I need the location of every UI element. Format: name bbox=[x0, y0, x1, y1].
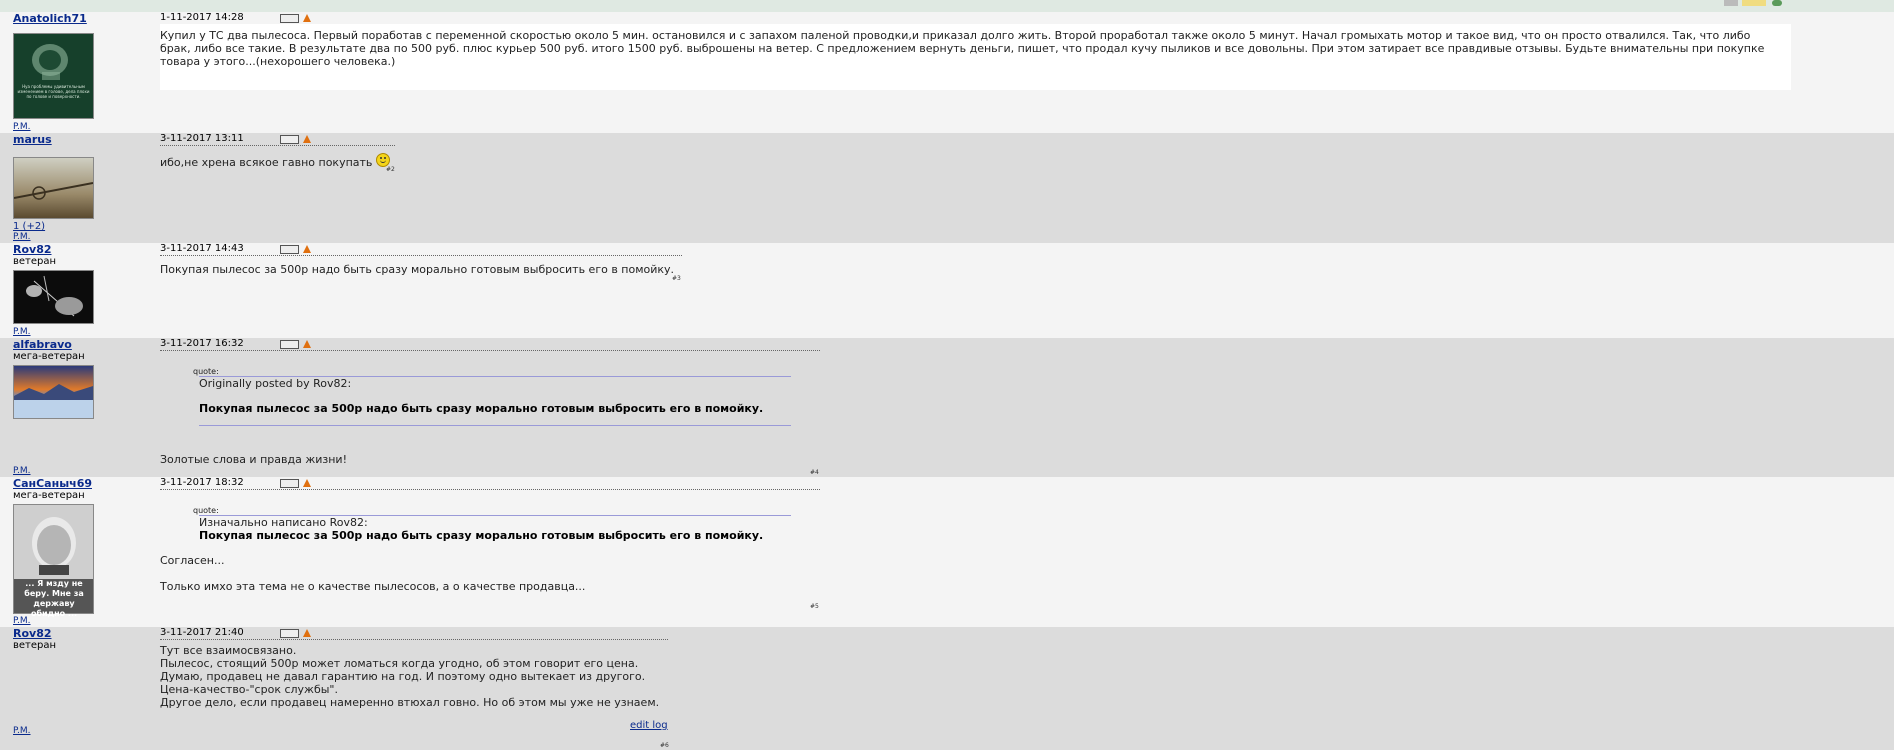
quote-block: quote: Изначально написано Rov82: Покупа… bbox=[193, 506, 793, 542]
post-date: 3-11-2017 18:32 bbox=[160, 477, 244, 488]
message-line: Думаю, продавец не давал гарантию на год… bbox=[160, 670, 646, 683]
message-line: Тут все взаимосвязано. bbox=[160, 644, 297, 657]
profile-icon[interactable] bbox=[280, 629, 299, 638]
user-rank: ветеран bbox=[13, 256, 57, 267]
profile-icon[interactable] bbox=[280, 135, 299, 144]
message-line: Другое дело, если продавец намеренно втю… bbox=[160, 696, 660, 709]
avatar bbox=[13, 157, 94, 219]
post: Anatolich71 Нуа проблемы удивительным из… bbox=[0, 12, 1894, 133]
pm-link[interactable]: P.M. bbox=[13, 466, 31, 476]
karma-link[interactable]: 1 (+2) bbox=[13, 221, 45, 232]
post-date: 3-11-2017 13:11 bbox=[160, 133, 244, 144]
post-author: Anatolich71 Нуа проблемы удивительным из… bbox=[13, 12, 133, 119]
post-body: 1-11-2017 14:28 Купил у ТС два пылесоса.… bbox=[160, 12, 1791, 90]
avatar-caption: ... Я мзду не беру. Мне за державу обидн… bbox=[24, 579, 84, 618]
username-link[interactable]: marus bbox=[13, 134, 133, 146]
report-icon[interactable] bbox=[303, 629, 311, 637]
post-message: Тут все взаимосвязано. Пылесос, стоящий … bbox=[160, 644, 668, 709]
quote-author: Originally posted by Rov82: bbox=[199, 377, 352, 390]
avatar bbox=[13, 365, 94, 419]
post-message: Покупая пылесос за 500р надо быть сразу … bbox=[160, 263, 675, 276]
thread-toolbar bbox=[0, 0, 1894, 12]
post-message: Купил у ТС два пылесоса. Первый поработа… bbox=[160, 29, 1765, 68]
pm-link[interactable]: P.M. bbox=[13, 726, 31, 736]
report-icon[interactable] bbox=[303, 340, 311, 348]
user-rank: мега-ветеран bbox=[13, 490, 85, 501]
post-date: 3-11-2017 14:43 bbox=[160, 243, 244, 254]
mountain-sunset-icon bbox=[14, 366, 93, 418]
quote-author: Изначально написано Rov82: bbox=[199, 516, 368, 529]
message-line: Пылесос, стоящий 500р может ломаться ког… bbox=[160, 657, 639, 670]
post-body: 3-11-2017 13:11 ибо,не хрена всякое гавн… bbox=[160, 133, 395, 173]
report-icon[interactable] bbox=[303, 479, 311, 487]
smiley-icon bbox=[375, 153, 390, 167]
profile-icon[interactable] bbox=[280, 340, 299, 349]
pm-link[interactable]: P.M. bbox=[13, 232, 31, 242]
post-author: marus bbox=[13, 133, 133, 219]
post-number[interactable]: #5 bbox=[810, 603, 819, 610]
pm-link[interactable]: P.M. bbox=[13, 616, 31, 626]
quote-label: quote: bbox=[193, 506, 219, 515]
post-body: 3-11-2017 16:32 quote: Originally posted… bbox=[160, 338, 820, 476]
post-body: 3-11-2017 18:32 quote: Изначально написа… bbox=[160, 477, 820, 610]
pm-link[interactable]: P.M. bbox=[13, 122, 31, 132]
post-body: 3-11-2017 21:40 Тут все взаимосвязано. П… bbox=[160, 627, 669, 749]
post-number[interactable]: #2 bbox=[386, 166, 395, 173]
username-link[interactable]: Anatolich71 bbox=[13, 13, 133, 25]
avatar-caption: Нуа проблемы удивительным изменением в г… bbox=[17, 84, 90, 99]
post-date: 3-11-2017 21:40 bbox=[160, 627, 244, 638]
post-author: Rov82 ветеран bbox=[13, 243, 133, 324]
post-message: Золотые слова и правда жизни! bbox=[160, 453, 347, 466]
user-rank: мега-ветеран bbox=[13, 351, 85, 362]
post-body: 3-11-2017 14:43 Покупая пылесос за 500р … bbox=[160, 243, 682, 282]
post-number[interactable]: #4 bbox=[810, 469, 819, 476]
username-link[interactable]: СанСаныч69 bbox=[13, 478, 133, 490]
quote-text: Покупая пылесос за 500р надо быть сразу … bbox=[199, 529, 764, 542]
profile-icon[interactable] bbox=[280, 479, 299, 488]
quote-text: Покупая пылесос за 500р надо быть сразу … bbox=[199, 402, 764, 415]
post-author: СанСаныч69 мега-ветеран ... Я мзду не бе… bbox=[13, 477, 133, 618]
print-icon[interactable] bbox=[1724, 0, 1738, 6]
avatar: ... Я мзду не беру. Мне за державу обидн… bbox=[13, 504, 94, 618]
username-link[interactable]: alfabravo bbox=[13, 339, 133, 351]
user-rank: ветеран bbox=[13, 640, 57, 651]
folder-icon[interactable] bbox=[1742, 0, 1766, 6]
quote-block: quote: Originally posted by Rov82: Покуп… bbox=[193, 367, 793, 426]
post: СанСаныч69 мега-ветеран ... Я мзду не бе… bbox=[0, 477, 1894, 627]
post-author: alfabravo мега-ветеран bbox=[13, 338, 133, 419]
post-author: Rov82 ветеран bbox=[13, 627, 133, 652]
profile-icon[interactable] bbox=[280, 14, 299, 23]
post-message: Согласен... bbox=[160, 554, 225, 567]
report-icon[interactable] bbox=[303, 14, 311, 22]
message-line: Цена-качество-"срок службы". bbox=[160, 683, 338, 696]
post-message: ибо,не хрена всякое гавно покупать bbox=[160, 156, 373, 169]
post-date: 3-11-2017 16:32 bbox=[160, 338, 244, 349]
edit-log-link[interactable]: edit log bbox=[630, 720, 668, 731]
refresh-icon[interactable] bbox=[1772, 0, 1782, 6]
username-link[interactable]: Rov82 bbox=[13, 244, 133, 256]
avatar bbox=[13, 270, 94, 324]
dark-figure-photo-icon bbox=[14, 271, 93, 323]
username-link[interactable]: Rov82 bbox=[13, 628, 133, 640]
quote-label: quote: bbox=[193, 367, 219, 376]
landscape-photo-icon bbox=[13, 158, 94, 218]
post-date: 1-11-2017 14:28 bbox=[160, 12, 244, 23]
post: Rov82 ветеран P.M. 3-11-2017 14:43 Покуп… bbox=[0, 243, 1894, 338]
report-icon[interactable] bbox=[303, 245, 311, 253]
post: alfabravo мега-ветеран P.M. 3-11-2017 16… bbox=[0, 338, 1894, 477]
avatar: Нуа проблемы удивительным изменением в г… bbox=[13, 33, 94, 119]
post-number[interactable]: #3 bbox=[672, 275, 681, 282]
post: Rov82 ветеран P.M. 3-11-2017 21:40 Тут в… bbox=[0, 627, 1894, 750]
post: marus 1 (+2) P.M. 3-11-2017 13:11 ибо,не… bbox=[0, 133, 1894, 243]
pm-link[interactable]: P.M. bbox=[13, 327, 31, 337]
report-icon[interactable] bbox=[303, 135, 311, 143]
forum-thread: Anatolich71 Нуа проблемы удивительным из… bbox=[0, 0, 1894, 750]
profile-icon[interactable] bbox=[280, 245, 299, 254]
post-number[interactable]: #6 bbox=[660, 742, 669, 749]
post-message: Только имхо эта тема не о качестве пылес… bbox=[160, 580, 586, 593]
